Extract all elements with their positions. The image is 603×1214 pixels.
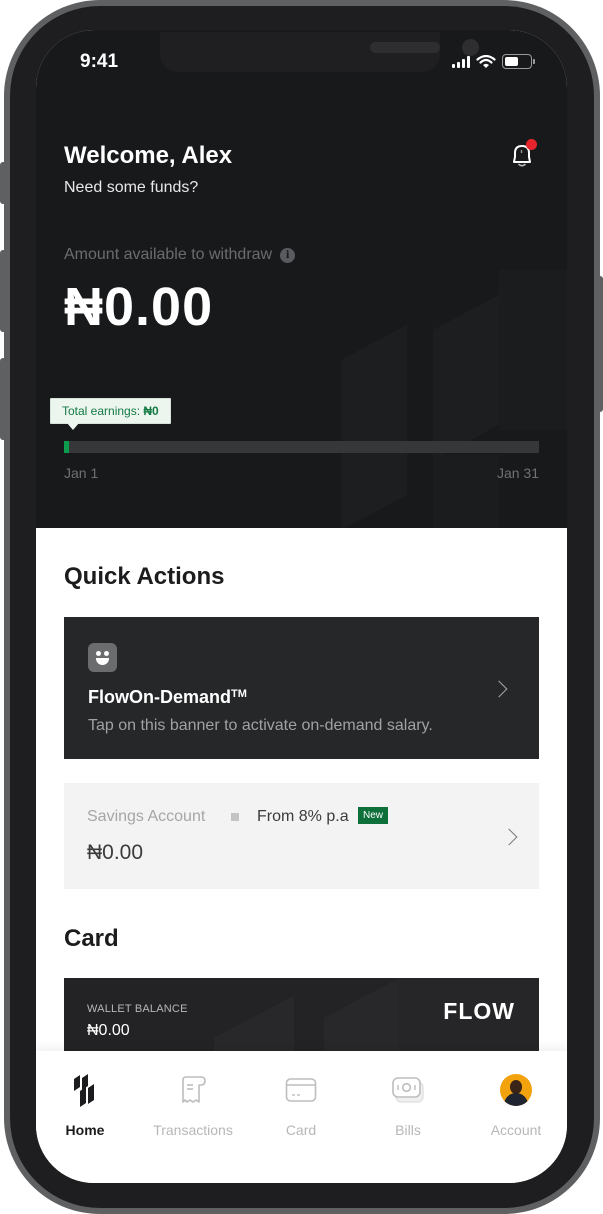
savings-rate: From 8% p.a [257,808,349,825]
nav-transactions-label: Transactions [153,1122,233,1138]
withdraw-label-text: Amount available to withdraw [64,246,273,263]
app-screen: 9:41 Welcome, Alex Need some funds? Amou… [36,30,567,1183]
decorative-shape [341,324,407,528]
flow-on-demand-title: FlowOn-DemandTM [88,687,247,708]
smiley-icon [88,643,117,672]
total-earnings-tooltip: Total earnings: ₦0 [50,398,171,430]
withdraw-label: Amount available to withdraw i [64,246,296,264]
home-logo-icon [74,1074,94,1107]
flow-logo: FLOW [443,998,515,1024]
status-time: 9:41 [80,51,119,72]
nav-home-label: Home [65,1122,105,1138]
flow-on-demand-description: Tap on this banner to activate on-demand… [88,717,433,734]
volume-up-button [0,250,6,332]
card-icon [285,1078,317,1102]
welcome-heading: Welcome, Alex [64,142,233,169]
separator-square [231,813,239,821]
nav-bills-label: Bills [395,1122,421,1138]
cash-icon [392,1077,424,1103]
notch [160,32,479,72]
decorative-shape [433,455,499,528]
silent-switch [0,162,6,204]
flow-on-demand-title-text: FlowOn-Demand [88,687,231,707]
battery-level [505,57,519,66]
wallet-balance-amount: ₦0.00 [87,1022,130,1039]
speaker [370,42,440,53]
chevron-right-icon [490,680,508,698]
info-icon[interactable]: i [280,247,296,263]
receipt-icon [182,1076,206,1103]
wifi-icon [476,54,496,68]
card-heading: Card [64,925,119,952]
status-icons [452,54,535,69]
earnings-prefix: Total earnings: [62,404,144,418]
balance-header: 9:41 Welcome, Alex Need some funds? Amou… [36,30,567,528]
earnings-progress-fill [64,441,69,453]
flow-on-demand-banner[interactable]: FlowOn-DemandTM Tap on this banner to ac… [64,617,539,759]
nav-account[interactable]: Account [466,1073,566,1138]
wallet-balance-label: WALLET BALANCE [87,1003,188,1015]
power-button [597,276,603,412]
nav-transactions[interactable]: Transactions [143,1073,243,1138]
period-start-label: Jan 1 [64,465,99,481]
decorative-shape [499,270,567,430]
earnings-value: ₦0 [143,404,159,418]
battery-icon [502,54,535,69]
decorative-shape [433,294,499,460]
quick-actions-heading: Quick Actions [64,563,225,590]
volume-down-button [0,358,6,440]
trademark-symbol: TM [231,688,247,700]
nav-account-label: Account [490,1122,542,1138]
earnings-progress-bar [64,441,539,453]
notification-badge [526,139,537,150]
nav-home[interactable]: Home [36,1073,135,1138]
welcome-subtitle: Need some funds? [64,179,199,196]
withdraw-amount: ₦0.00 [64,277,214,337]
signal-icon [452,55,470,68]
new-badge: New [358,807,389,824]
bottom-navigation: Home Transactions Card Bills Account [36,1051,567,1183]
avatar [500,1074,532,1106]
period-end-label: Jan 31 [496,465,539,481]
chevron-right-icon [500,828,518,846]
nav-card-label: Card [285,1122,317,1138]
nav-card[interactable]: Card [251,1073,351,1138]
nav-bills[interactable]: Bills [358,1073,458,1138]
savings-label: Savings Account [87,808,206,825]
savings-account-card[interactable]: Savings Account From 8% p.a New ₦0.00 [64,783,539,889]
savings-amount: ₦0.00 [87,841,144,864]
